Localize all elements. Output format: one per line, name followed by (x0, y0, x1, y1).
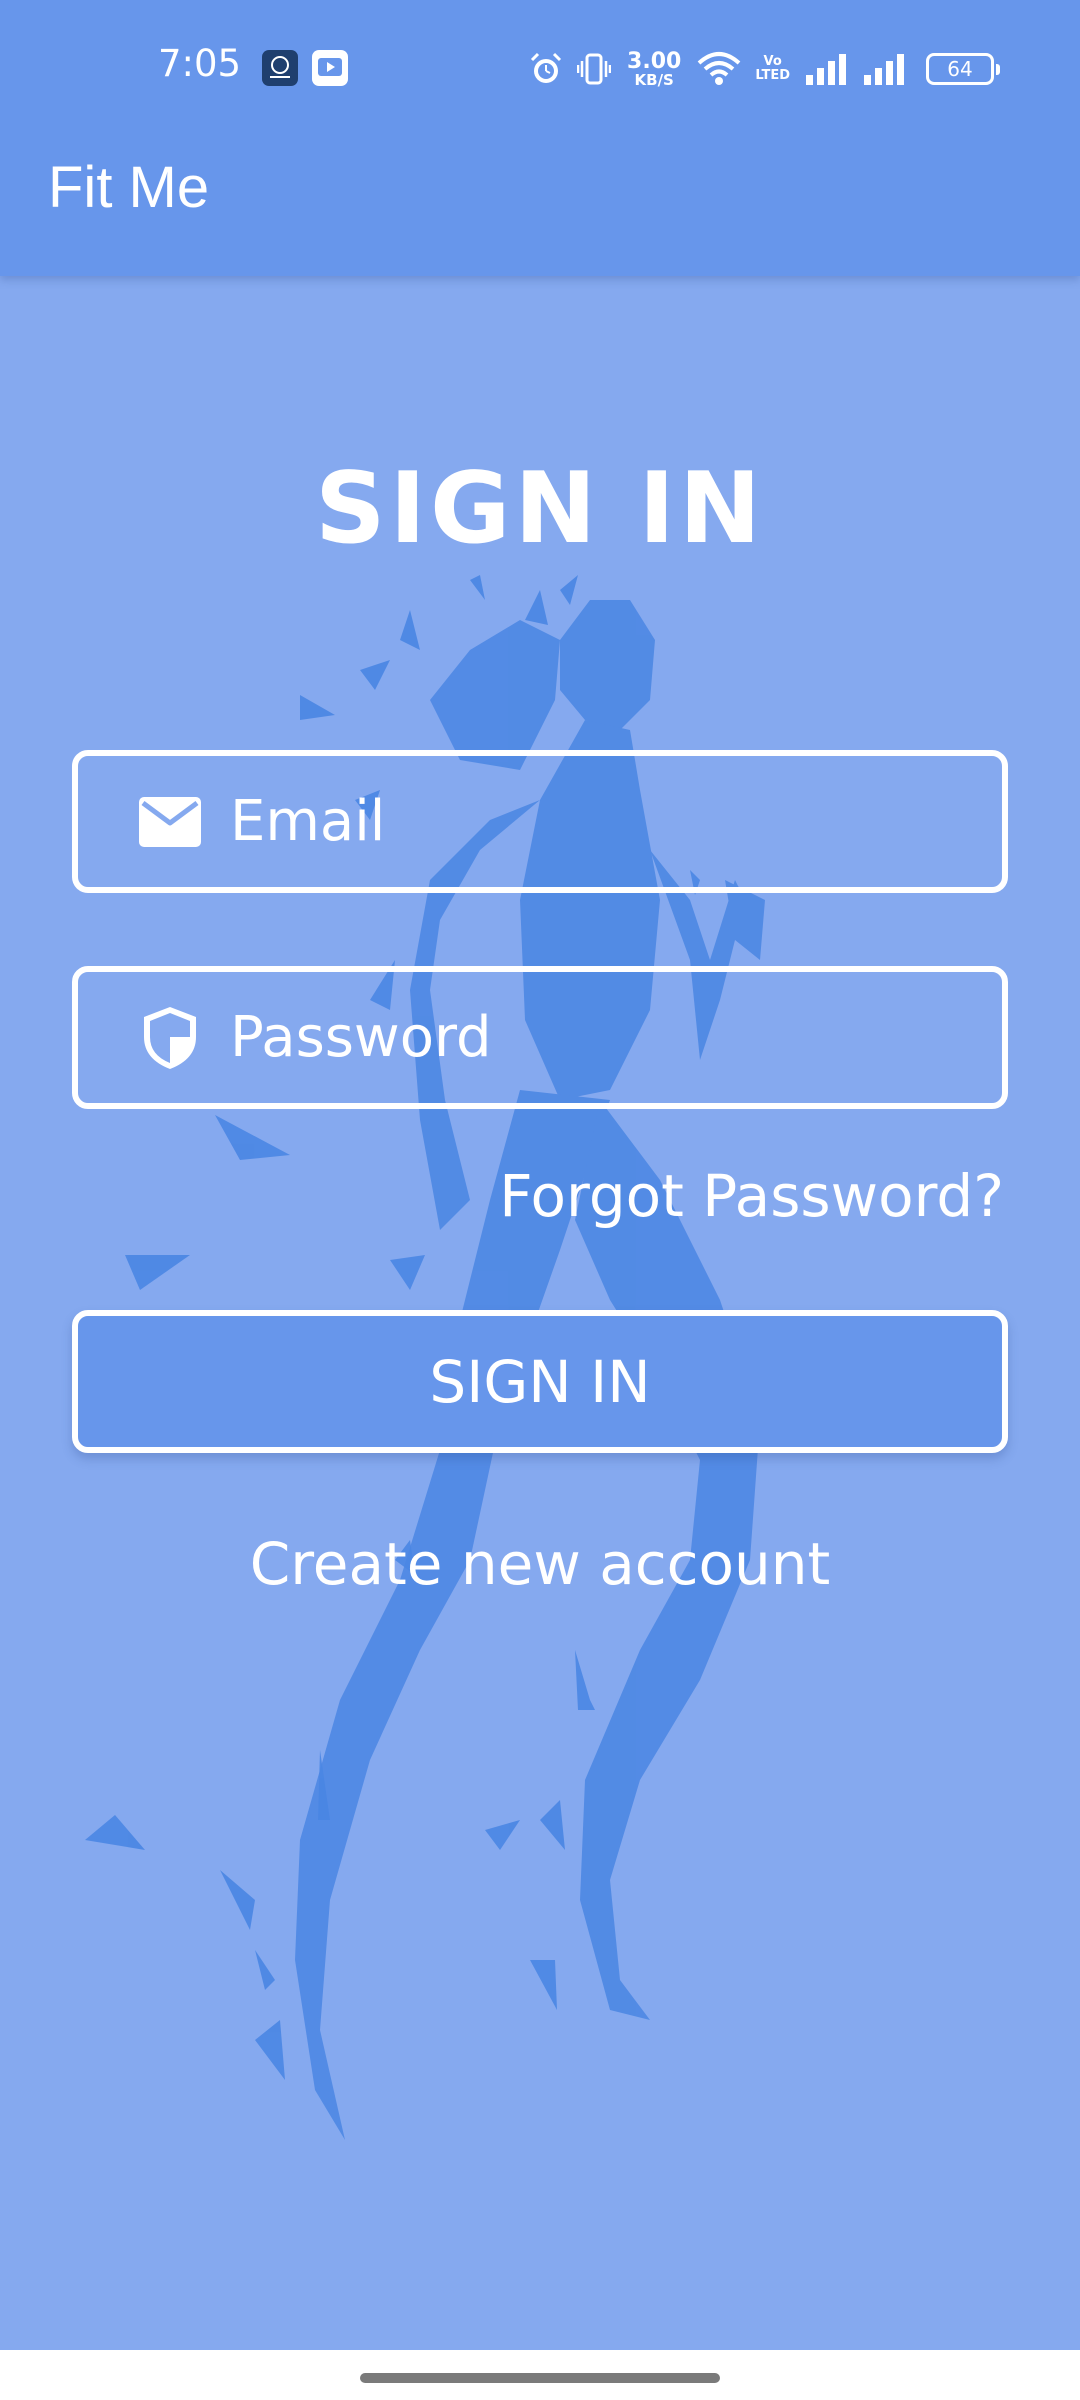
email-field[interactable] (72, 750, 1008, 893)
email-input[interactable] (230, 789, 950, 854)
mail-icon (138, 790, 202, 854)
app-title: Fit Me (48, 155, 210, 220)
net-speed-unit: KB/S (634, 70, 674, 89)
shield-icon (138, 1006, 202, 1070)
page-title: SIGN IN (314, 452, 766, 566)
navigation-bar (0, 2350, 1080, 2400)
battery-level: 64 (947, 57, 973, 81)
password-field[interactable] (72, 966, 1008, 1109)
alarm-icon (530, 52, 562, 83)
volte-line1: Vo (763, 54, 782, 70)
password-input[interactable] (230, 1005, 950, 1070)
app-bar: 7:05 3.00 KB/S Vo LTED 64 Fit Me (0, 0, 1080, 276)
status-icons: 3.00 KB/S Vo LTED 64 (529, 44, 1000, 94)
youtube-notification-icon (312, 50, 348, 86)
signin-button[interactable]: SIGN IN (72, 1310, 1008, 1453)
signin-form: SIGN IN Forgot Password? SIGN IN Create … (0, 0, 1080, 2400)
vibrate-icon (577, 53, 612, 85)
volte-indicator: Vo LTED (755, 55, 790, 82)
net-speed: 3.00 KB/S (627, 48, 682, 89)
status-bar: 7:05 3.00 KB/S Vo LTED 64 (0, 0, 1080, 136)
signal-icon (806, 54, 846, 85)
forgot-password-link[interactable]: Forgot Password? (499, 1162, 1004, 1230)
volte-line2: LTED (755, 68, 790, 83)
net-speed-value: 3.00 (627, 48, 682, 74)
create-account-link[interactable]: Create new account (0, 1530, 1080, 1598)
battery-icon: 64 (926, 53, 1000, 85)
wifi-icon (697, 52, 741, 85)
signal-icon (864, 54, 904, 85)
app-notification-icon (262, 50, 298, 86)
home-gesture-handle[interactable] (360, 2373, 720, 2383)
status-time: 7:05 (158, 42, 242, 85)
